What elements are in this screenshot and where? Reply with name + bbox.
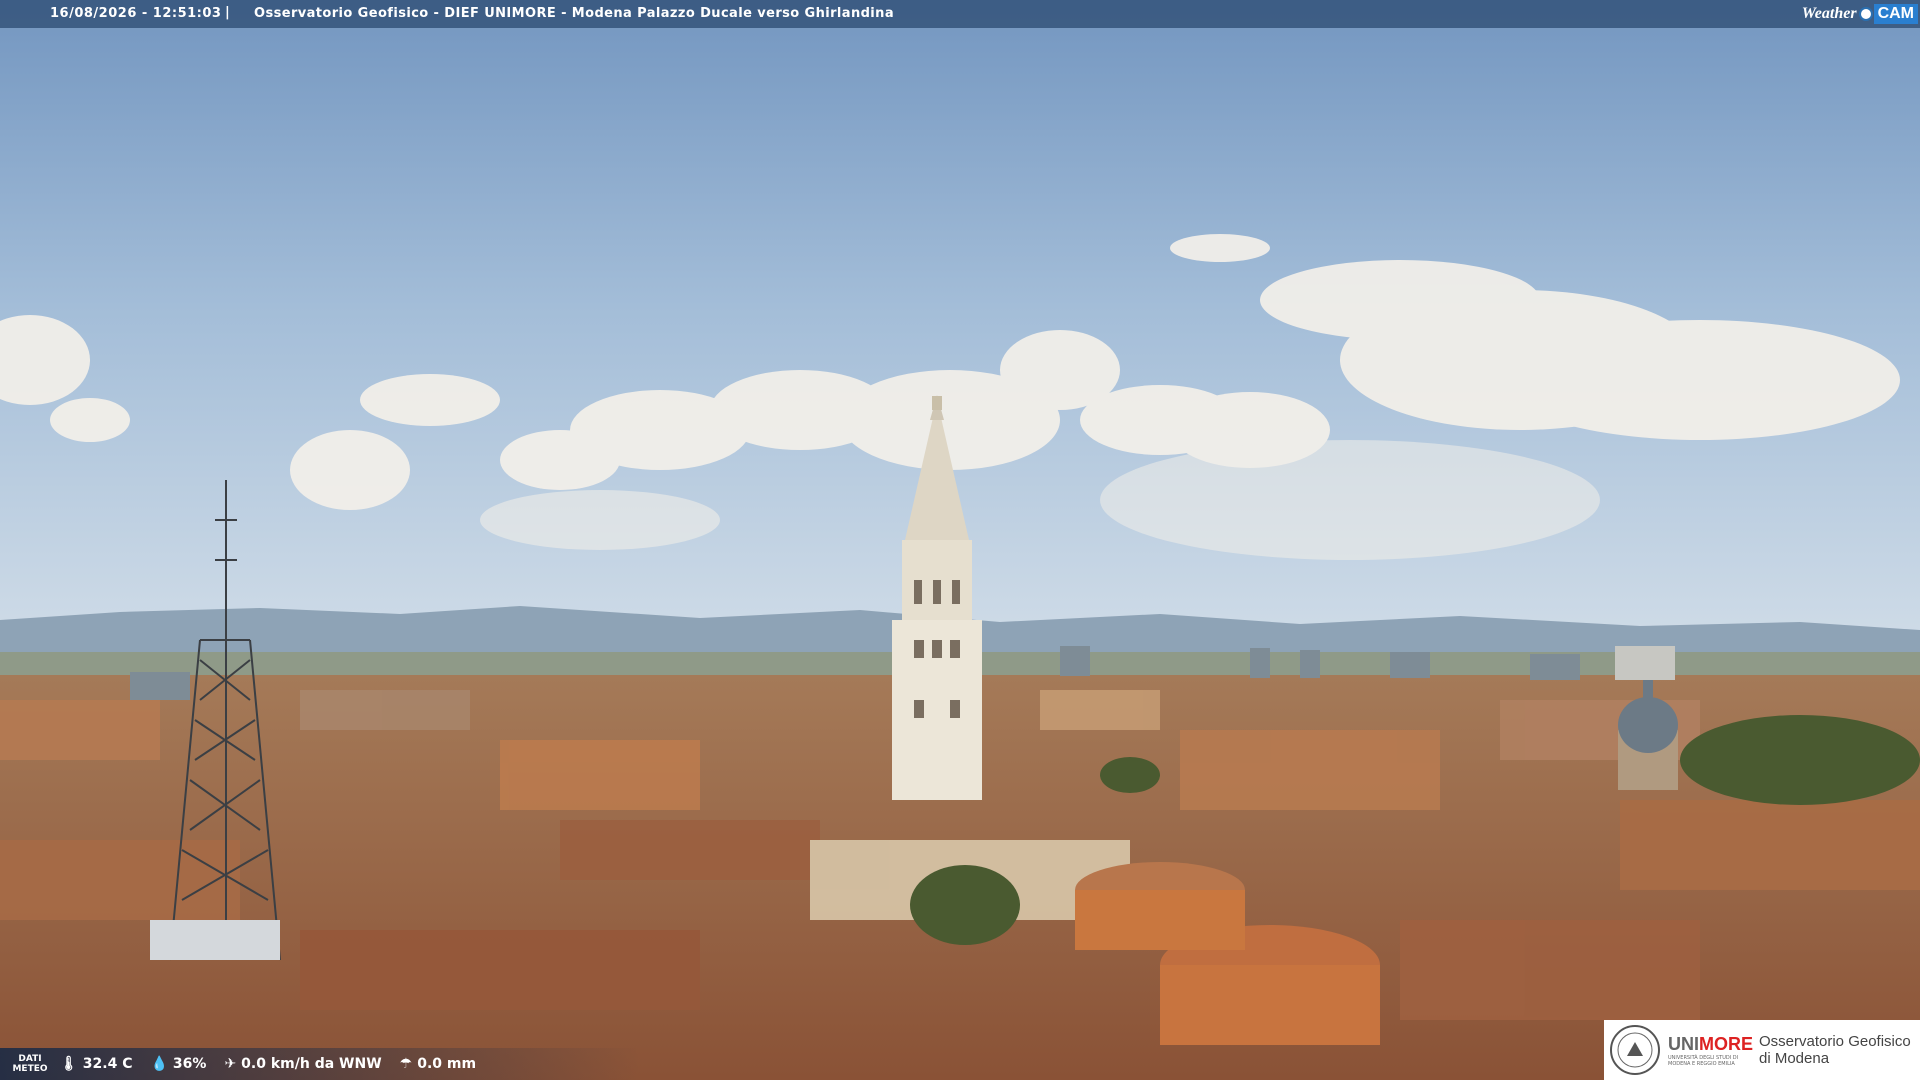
- wind-value: 0.0 km/h da WNW: [241, 1056, 382, 1072]
- temperature-value: 32.4 C: [82, 1056, 133, 1072]
- humidity-value: 36%: [172, 1056, 207, 1072]
- more-text: MORE: [1699, 1033, 1753, 1054]
- university-name: UNIVERSITÀ DEGLI STUDI DI MODENA E REGGI…: [1668, 1054, 1739, 1067]
- unimore-logo-box: UNIMORE UNIVERSITÀ DEGLI STUDI DI MODENA…: [1604, 1020, 1920, 1080]
- wind-icon: ✈: [224, 1056, 237, 1072]
- humidity-icon: 💧: [150, 1056, 168, 1072]
- mast-base-equipment: [150, 920, 280, 960]
- separator: |: [225, 5, 230, 20]
- brand-dot-icon: [1858, 7, 1873, 21]
- brand-cam: CAM: [1873, 4, 1918, 24]
- rain-icon: ☂: [399, 1056, 413, 1072]
- camera-title: Osservatorio Geofisico - DIEF UNIMORE - …: [254, 6, 894, 21]
- datetime-text: 16/08/2026 - 12:51:03: [50, 6, 222, 21]
- webcam-scene: [0, 0, 1920, 1080]
- meteo-rain: ☂ 0.0 mm: [400, 1056, 476, 1072]
- observatory-name: Osservatorio Geofisico di Modena: [1759, 1033, 1911, 1067]
- overlay-top-bar: 16/08/2026 - 12:51:03 | Osservatorio Geo…: [0, 0, 1920, 28]
- observatory-line1: Osservatorio Geofisico: [1759, 1033, 1911, 1050]
- weathercam-logo: Weather CAM: [1802, 2, 1918, 26]
- unimore-wordmark: UNIMORE UNIVERSITÀ DEGLI STUDI DI MODENA…: [1668, 1034, 1753, 1067]
- brand-weather: Weather: [1801, 5, 1857, 22]
- meteo-temperature: 🌡 32.4 C: [60, 1056, 132, 1072]
- observatory-line2: di Modena: [1759, 1050, 1830, 1067]
- university-seal-icon: [1610, 1025, 1660, 1075]
- rain-value: 0.0 mm: [417, 1056, 477, 1072]
- thermometer-icon: 🌡: [60, 1056, 78, 1072]
- meteo-data-strip: DATI METEO 🌡 32.4 C 💧 36% ✈ 0.0 km/h da …: [0, 1048, 640, 1080]
- meteo-wind: ✈ 0.0 km/h da WNW: [224, 1056, 381, 1072]
- uni-text: UNI: [1668, 1033, 1699, 1054]
- meteo-label: DATI METEO: [12, 1054, 48, 1074]
- meteo-humidity: 💧 36%: [150, 1056, 206, 1072]
